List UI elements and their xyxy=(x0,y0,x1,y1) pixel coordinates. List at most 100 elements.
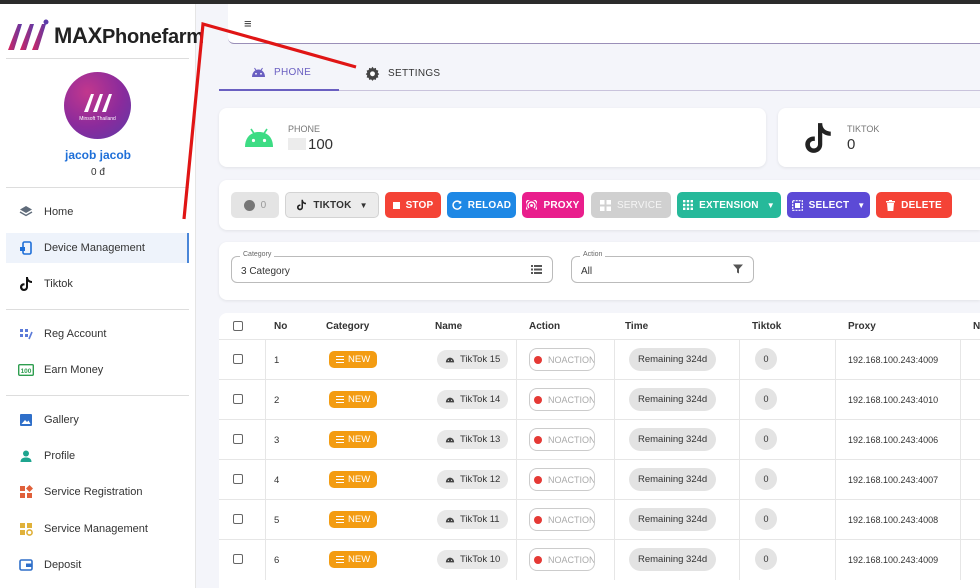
service-button[interactable]: SERVICE xyxy=(591,192,671,218)
table-row[interactable]: 5 NEW TikTok 11 NOACTION Remaining 324d … xyxy=(219,499,980,540)
action-chip[interactable]: NOACTION xyxy=(529,548,595,571)
action-chip[interactable]: NOACTION xyxy=(529,468,595,491)
sidebar-item-device-management[interactable]: Device Management xyxy=(6,233,189,263)
action-select[interactable]: Action All xyxy=(571,251,754,283)
row-checkbox[interactable] xyxy=(233,474,243,484)
device-name-chip[interactable]: TikTok 14 xyxy=(437,390,509,409)
action-label: NOACTION xyxy=(548,394,595,405)
time-label: Remaining 324d xyxy=(638,394,708,405)
list-icon xyxy=(336,556,344,563)
select-icon xyxy=(791,199,803,211)
tab-label: SETTINGS xyxy=(388,67,441,79)
list-icon xyxy=(336,396,344,403)
device-name-chip[interactable]: TikTok 13 xyxy=(437,430,509,449)
proxy-address: 192.168.100.243:4009 xyxy=(848,355,939,365)
select-all-checkbox[interactable] xyxy=(233,321,243,331)
tiktok-dropdown-button[interactable]: TIKTOK ▼ xyxy=(285,192,379,218)
divider xyxy=(6,309,189,310)
stop-button[interactable]: STOP xyxy=(385,192,441,218)
reg-account-icon xyxy=(18,326,34,342)
category-badge[interactable]: NEW xyxy=(329,391,378,408)
action-chip[interactable]: NOACTION xyxy=(529,388,595,411)
category-badge[interactable]: NEW xyxy=(329,551,378,568)
device-icon xyxy=(18,240,34,256)
tab-label: PHONE xyxy=(274,66,312,78)
table-row[interactable]: 6 NEW TikTok 10 NOACTION Remaining 324d … xyxy=(219,539,980,580)
sidebar-item-deposit[interactable]: Deposit xyxy=(6,550,189,580)
sidebar-item-label: Profile xyxy=(44,450,76,462)
reload-icon xyxy=(452,200,462,210)
action-chip[interactable]: NOACTION xyxy=(529,428,595,451)
sidebar-item-label: Service Management xyxy=(44,523,148,535)
row-checkbox[interactable] xyxy=(233,514,243,524)
filter-icon xyxy=(733,264,743,274)
action-label: NOACTION xyxy=(548,554,595,565)
divider xyxy=(835,540,836,580)
action-chip[interactable]: NOACTION xyxy=(529,508,595,531)
proxy-icon xyxy=(526,199,538,211)
select-all-toggle[interactable]: 0 xyxy=(231,192,279,218)
divider xyxy=(265,380,266,420)
user-name[interactable]: jacob jacob xyxy=(0,148,196,162)
row-checkbox[interactable] xyxy=(233,554,243,564)
category-badge[interactable]: NEW xyxy=(329,471,378,488)
table-row[interactable]: 4 NEW TikTok 12 NOACTION Remaining 324d … xyxy=(219,459,980,500)
sidebar-item-service-management[interactable]: Service Management xyxy=(6,514,189,544)
proxy-button[interactable]: PROXY xyxy=(522,192,584,218)
action-chip[interactable]: NOACTION xyxy=(529,348,595,371)
sidebar-item-label: Home xyxy=(44,206,74,218)
earn-money-icon: 100 xyxy=(18,362,34,378)
sidebar-item-tiktok[interactable]: Tiktok xyxy=(6,269,189,299)
category-select[interactable]: Category 3 Category xyxy=(231,251,553,283)
table-row[interactable]: 2 NEW TikTok 14 NOACTION Remaining 324d … xyxy=(219,379,980,420)
row-checkbox[interactable] xyxy=(233,354,243,364)
tiktok-count-chip: 0 xyxy=(755,508,777,530)
sidebar-item-reg-account[interactable]: Reg Account xyxy=(6,319,189,349)
device-name-chip[interactable]: TikTok 10 xyxy=(437,550,509,569)
extension-button[interactable]: EXTENSION ▼ xyxy=(677,192,781,218)
tiktok-count-chip: 0 xyxy=(755,428,777,450)
tab-bar: PHONE SETTINGS xyxy=(219,55,980,91)
status-dot-icon xyxy=(534,475,542,484)
android-icon xyxy=(445,517,455,523)
select-button[interactable]: SELECT ▼ xyxy=(787,192,870,218)
brand-logo[interactable]: MAXPhonefarm xyxy=(6,14,204,58)
list-icon xyxy=(336,436,344,443)
tab-settings[interactable]: SETTINGS xyxy=(365,55,475,91)
category-badge[interactable]: NEW xyxy=(329,511,378,528)
sidebar-item-earn-money[interactable]: 100 Earn Money xyxy=(6,355,189,385)
sidebar-item-home[interactable]: Home xyxy=(6,197,189,227)
avatar[interactable]: Minsoft Thailand xyxy=(64,72,131,139)
category-badge[interactable]: NEW xyxy=(329,431,378,448)
action-label: NOACTION xyxy=(548,354,595,365)
avatar-logo-icon xyxy=(83,93,112,112)
sidebar-item-profile[interactable]: Profile xyxy=(6,441,189,471)
time-label: Remaining 324d xyxy=(638,434,708,445)
action-legend: Action xyxy=(580,251,606,258)
proxy-address: 192.168.100.243:4008 xyxy=(848,515,939,525)
tiktok-count: 0 xyxy=(763,354,769,364)
status-dot-icon xyxy=(534,515,542,524)
row-checkbox[interactable] xyxy=(233,434,243,444)
row-checkbox[interactable] xyxy=(233,394,243,404)
menu-icon[interactable]: ≡ xyxy=(244,16,252,31)
category-badge[interactable]: NEW xyxy=(329,351,378,368)
reload-button[interactable]: RELOAD xyxy=(447,192,516,218)
sidebar-item-label: Reg Account xyxy=(44,328,107,340)
sidebar-item-gallery[interactable]: Gallery xyxy=(6,405,189,435)
sidebar: MAXPhonefarm Minsoft Thailand jacob jaco… xyxy=(0,4,204,588)
tab-phone[interactable]: PHONE xyxy=(219,55,339,91)
tiktok-count: 0 xyxy=(763,514,769,524)
button-label: SERVICE xyxy=(616,199,663,211)
tiktok-count: 0 xyxy=(763,474,769,484)
trash-icon xyxy=(886,199,896,211)
device-name-chip[interactable]: TikTok 11 xyxy=(437,510,508,529)
sidebar-item-service-registration[interactable]: Service Registration xyxy=(6,477,189,507)
device-name-chip[interactable]: TikTok 15 xyxy=(437,350,509,369)
device-name-chip[interactable]: TikTok 12 xyxy=(437,470,509,489)
delete-button[interactable]: DELETE xyxy=(876,192,952,218)
divider xyxy=(835,380,836,420)
table-row[interactable]: 3 NEW TikTok 13 NOACTION Remaining 324d … xyxy=(219,419,980,460)
time-label: Remaining 324d xyxy=(638,474,708,485)
table-row[interactable]: 1 NEW TikTok 15 NOACTION Remaining 324d … xyxy=(219,339,980,380)
